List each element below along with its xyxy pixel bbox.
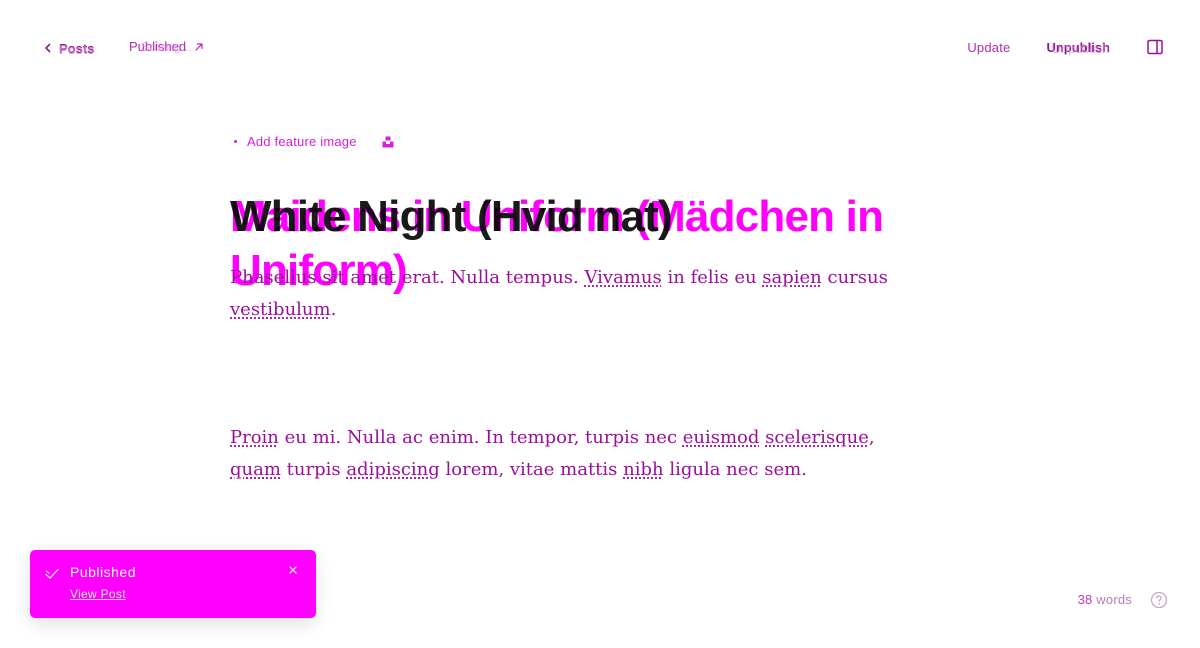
arrow-up-right-icon [195, 42, 203, 51]
spellcheck-word: sapien [762, 267, 822, 288]
feature-image-row: Add feature image [230, 134, 395, 149]
unpublish-label: Unpublish [1046, 39, 1110, 55]
chevron-left-icon [45, 43, 51, 53]
text-segment: lorem, vitae mattis [439, 459, 624, 480]
text-segment: in felis eu [661, 267, 763, 288]
header-left: Posts Posts [42, 38, 94, 58]
spellcheck-word: Proin [230, 427, 279, 448]
word-count: 38 words [1078, 592, 1132, 607]
word-count-suffix: words [1092, 592, 1132, 607]
text-segment: , [868, 427, 875, 448]
back-to-posts-link[interactable]: Posts Posts [42, 40, 95, 57]
spellcheck-word: Vivamus [584, 267, 662, 288]
spellcheck-word: nibh [623, 459, 664, 480]
status-label: Published [129, 39, 187, 54]
spellcheck-word: adipiscing [346, 459, 440, 480]
body-paragraph-2[interactable]: Proin eu mi. Nulla ac enim. In tempor, t… [230, 422, 930, 486]
text-segment: . [330, 299, 337, 320]
editor-page: Posts Posts Published Saving... Update U… [0, 0, 1200, 648]
sidebar-toggle-icon[interactable] [1146, 38, 1164, 56]
toast-title: Published [70, 564, 136, 580]
close-icon[interactable] [288, 565, 298, 575]
help-icon[interactable] [1150, 591, 1168, 609]
unsplash-icon[interactable] [381, 135, 395, 149]
text-segment: cursus [821, 267, 888, 288]
spellcheck-word: quam [230, 459, 281, 480]
spellcheck-word: vestibulum [230, 299, 331, 320]
text-segment: Phasellus sit amet erat. Nulla tempus. [230, 267, 585, 288]
word-count-number: 38 [1077, 592, 1093, 607]
post-status-link[interactable]: Published Saving... [129, 39, 205, 54]
unpublish-button[interactable]: Unpublish Unpublish [1046, 39, 1110, 56]
post-title[interactable]: White Night (Hvid nat) [230, 190, 950, 244]
add-feature-image-button[interactable]: Add feature image [247, 134, 357, 149]
published-toast: Published View Post [30, 550, 316, 618]
text-segment: turpis [280, 459, 347, 480]
header-actions: Update Unpublish Unpublish [967, 36, 1164, 58]
text-segment: ligula nec sem. [663, 459, 807, 480]
spellcheck-word: euismod [682, 427, 760, 448]
back-label: Posts [59, 40, 95, 56]
spellcheck-word: scelerisque [765, 427, 869, 448]
text-segment: eu mi. Nulla ac enim. In tempor, turpis … [278, 427, 683, 448]
view-post-link[interactable]: View Post [70, 587, 126, 601]
plus-dot-icon [234, 140, 237, 143]
body-paragraph-1[interactable]: Phasellus sit amet erat. Nulla tempus. V… [230, 262, 930, 326]
update-button[interactable]: Update [967, 40, 1010, 55]
check-icon [45, 568, 59, 579]
